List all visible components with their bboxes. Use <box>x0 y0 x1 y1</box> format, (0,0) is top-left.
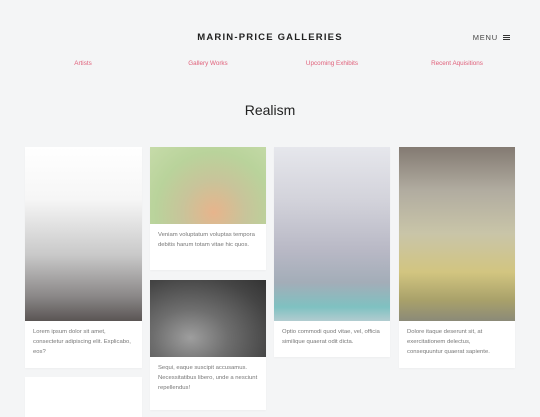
brand-title[interactable]: MARIN-PRICE GALLERIES <box>0 32 540 43</box>
menu-label: MENU <box>472 33 498 42</box>
nav-link-recent-aquisitions[interactable]: Recent Aquisitions <box>431 60 483 67</box>
nav-link-gallery-works[interactable]: Gallery Works <box>188 60 227 67</box>
artwork-caption: Lorem ipsum dolor sit amet, consectetur … <box>33 329 131 355</box>
artwork-card[interactable] <box>25 377 142 417</box>
artwork-caption: Veniam voluptatum voluptas tempora debit… <box>158 232 255 248</box>
artwork-caption: Sequi, eaque suscipit accusamus. Necessi… <box>158 365 258 391</box>
artwork-caption: Optio commodi quod vitae, vel, officia s… <box>282 329 380 345</box>
menu-button[interactable]: MENU <box>473 33 510 42</box>
artwork-card[interactable]: Lorem ipsum dolor sit amet, consectetur … <box>25 147 142 368</box>
artwork-caption: Dolore itaque deserunt sit, at exercitat… <box>407 329 490 355</box>
artwork-card[interactable]: Optio commodi quod vitae, vel, officia s… <box>274 147 390 357</box>
nav-link-artists[interactable]: Artists <box>74 60 92 67</box>
artwork-card[interactable]: Sequi, eaque suscipit accusamus. Necessi… <box>150 280 266 410</box>
artwork-image[interactable] <box>150 147 266 224</box>
main-nav: Artists Gallery Works Upcoming Exhibits … <box>0 60 540 70</box>
page-title: Realism <box>244 102 296 118</box>
nav-link-upcoming-exhibits[interactable]: Upcoming Exhibits <box>306 60 358 67</box>
hamburger-icon <box>503 34 510 41</box>
artwork-image[interactable] <box>399 147 515 321</box>
artwork-card[interactable]: Veniam voluptatum voluptas tempora debit… <box>150 147 266 270</box>
artwork-card[interactable]: Dolore itaque deserunt sit, at exercitat… <box>399 147 515 368</box>
artwork-image[interactable] <box>25 147 142 321</box>
artwork-image[interactable] <box>150 280 266 357</box>
artwork-image[interactable] <box>274 147 390 321</box>
